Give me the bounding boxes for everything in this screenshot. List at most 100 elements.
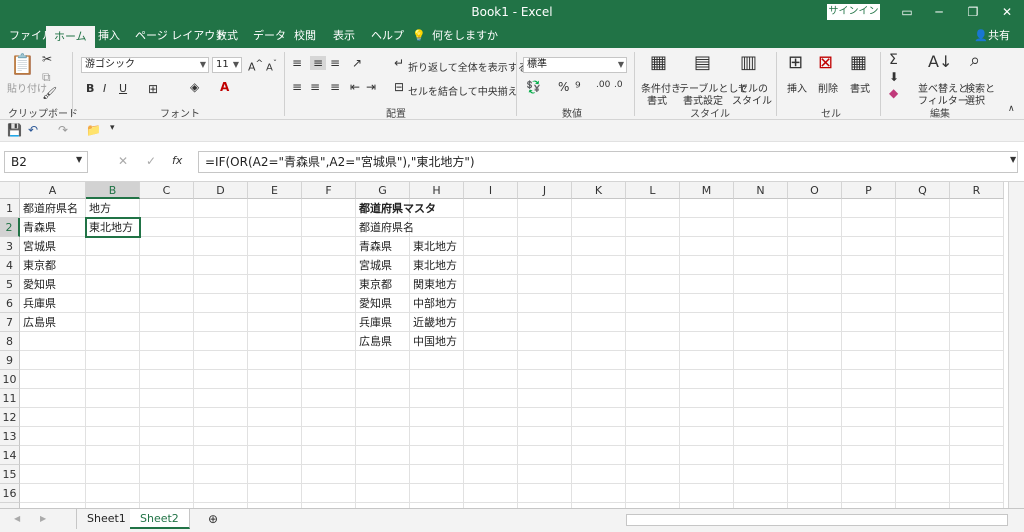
column-header-p[interactable]: P xyxy=(842,182,896,199)
worksheet-grid[interactable]: ABCDEFGHIJKLMNOPQR 1 2 3 4 5 6 7 8 9 10 11 12 13 14 15… xyxy=(0,182,1024,508)
row-header-16[interactable]: 16 xyxy=(0,484,20,503)
save-icon[interactable]: 💾 xyxy=(7,123,22,137)
select-all-corner[interactable] xyxy=(0,182,20,199)
paste-icon[interactable]: 📋 xyxy=(10,52,35,76)
fill-icon[interactable]: ⬇ xyxy=(889,70,899,84)
row-header-2[interactable]: 2 xyxy=(0,218,20,237)
comma-style-icon[interactable]: ⁹ xyxy=(575,80,581,96)
decrease-indent-icon[interactable]: ⇤ xyxy=(350,80,360,94)
conditional-format-label-2[interactable]: 書式 xyxy=(647,92,667,107)
wrap-text-button[interactable]: 折り返して全体を表示する xyxy=(408,59,528,74)
horizontal-scrollbar[interactable] xyxy=(626,514,1008,526)
tab-page-layout[interactable]: ページ レイアウト xyxy=(135,24,226,48)
fill-color-icon[interactable]: ◈ xyxy=(190,80,199,94)
tab-help[interactable]: ヘルプ xyxy=(371,24,404,48)
insert-cells-button[interactable]: 挿入 xyxy=(787,80,807,95)
row-header-7[interactable]: 7 xyxy=(0,313,20,332)
open-folder-icon[interactable]: 📁 xyxy=(86,123,101,137)
row-header-9[interactable]: 9 xyxy=(0,351,20,370)
increase-indent-icon[interactable]: ⇥ xyxy=(366,80,376,94)
row-header-3[interactable]: 3 xyxy=(0,237,20,256)
find-select-label-2[interactable]: 選択 xyxy=(965,92,985,107)
cell-h3[interactable]: 東北地方 xyxy=(410,237,457,256)
currency-icon[interactable]: 💱 xyxy=(526,80,541,94)
cell-a7[interactable]: 広島県 xyxy=(20,313,56,332)
row-header-8[interactable]: 8 xyxy=(0,332,20,351)
cell-h8[interactable]: 中国地方 xyxy=(410,332,457,351)
column-header-h[interactable]: H xyxy=(410,182,464,199)
prev-sheet-icon[interactable]: ◀ xyxy=(14,514,20,523)
column-header-k[interactable]: K xyxy=(572,182,626,199)
cell-g6[interactable]: 愛知県 xyxy=(356,294,392,313)
column-header-d[interactable]: D xyxy=(194,182,248,199)
cell-h7[interactable]: 近畿地方 xyxy=(410,313,457,332)
row-header-10[interactable]: 10 xyxy=(0,370,20,389)
delete-cells-icon[interactable]: ⊠ xyxy=(818,52,833,73)
insert-function-icon[interactable]: fx xyxy=(172,154,182,167)
wrap-text-icon[interactable]: ↵ xyxy=(394,56,404,70)
cell-h4[interactable]: 東北地方 xyxy=(410,256,457,275)
increase-font-icon[interactable]: A^ xyxy=(248,58,263,74)
minimize-icon[interactable]: ─ xyxy=(922,0,956,24)
row-header-6[interactable]: 6 xyxy=(0,294,20,313)
cell-styles-label-2[interactable]: スタイル xyxy=(732,92,772,107)
row-header-4[interactable]: 4 xyxy=(0,256,20,275)
row-header-11[interactable]: 11 xyxy=(0,389,20,408)
cell-h6[interactable]: 中部地方 xyxy=(410,294,457,313)
cancel-icon[interactable]: ✕ xyxy=(118,154,128,168)
align-right-icon[interactable]: ≡ xyxy=(330,80,340,94)
cell-g7[interactable]: 兵庫県 xyxy=(356,313,392,332)
active-cell-selection[interactable] xyxy=(85,217,141,238)
decrease-decimal-icon[interactable]: .0 xyxy=(614,80,623,90)
font-color-icon[interactable]: A xyxy=(220,80,229,94)
align-middle-icon[interactable]: ≡ xyxy=(310,56,326,70)
cell-a5[interactable]: 愛知県 xyxy=(20,275,56,294)
row-header-1[interactable]: 1 xyxy=(0,199,20,218)
column-header-m[interactable]: M xyxy=(680,182,734,199)
cell-a4[interactable]: 東京都 xyxy=(20,256,56,275)
tab-home[interactable]: ホーム xyxy=(46,26,95,48)
column-header-a[interactable]: A xyxy=(20,182,86,199)
expand-formula-icon[interactable]: ▼ xyxy=(1010,155,1016,164)
orientation-icon[interactable]: ↗ xyxy=(352,56,362,70)
align-center-icon[interactable]: ≡ xyxy=(310,80,320,94)
copy-icon[interactable]: ⧉ xyxy=(42,70,51,85)
borders-icon[interactable]: ⊞ xyxy=(148,82,158,96)
decrease-font-icon[interactable]: Aˇ xyxy=(266,58,277,73)
cell-b1[interactable]: 地方 xyxy=(86,199,111,218)
format-cells-icon[interactable]: ▦ xyxy=(850,52,867,73)
cell-a3[interactable]: 宮城県 xyxy=(20,237,56,256)
autosum-icon[interactable]: Σ xyxy=(889,52,898,68)
column-header-j[interactable]: J xyxy=(518,182,572,199)
column-header-e[interactable]: E xyxy=(248,182,302,199)
increase-decimal-icon[interactable]: .00 xyxy=(596,80,610,90)
cell-g3[interactable]: 青森県 xyxy=(356,237,392,256)
format-painter-icon[interactable]: 🖌 xyxy=(42,86,57,100)
tab-insert[interactable]: 挿入 xyxy=(98,24,120,48)
cell-a2[interactable]: 青森県 xyxy=(20,218,56,237)
column-header-b[interactable]: B xyxy=(86,182,140,199)
cell-a6[interactable]: 兵庫県 xyxy=(20,294,56,313)
align-bottom-icon[interactable]: ≡ xyxy=(330,56,340,70)
row-header-15[interactable]: 15 xyxy=(0,465,20,484)
align-left-icon[interactable]: ≡ xyxy=(292,80,302,94)
cell-g2[interactable]: 都道府県名 xyxy=(356,218,414,237)
format-cells-button[interactable]: 書式 xyxy=(850,80,870,95)
column-header-o[interactable]: O xyxy=(788,182,842,199)
cell-g8[interactable]: 広島県 xyxy=(356,332,392,351)
insert-cells-icon[interactable]: ⊞ xyxy=(788,52,803,73)
italic-button[interactable]: I xyxy=(103,82,106,95)
bold-button[interactable]: B xyxy=(86,82,94,95)
column-header-q[interactable]: Q xyxy=(896,182,950,199)
cell-a1[interactable]: 都道府県名 xyxy=(20,199,78,218)
ribbon-display-icon[interactable]: ▭ xyxy=(890,0,924,24)
share-button[interactable]: 共有 xyxy=(988,24,1010,48)
column-header-r[interactable]: R xyxy=(950,182,1004,199)
tab-view[interactable]: 表示 xyxy=(333,24,355,48)
formula-input[interactable]: =IF(OR(A2="青森県",A2="宮城県"),"東北地方") xyxy=(198,151,1018,173)
tell-me-search[interactable]: 何をしますか xyxy=(432,24,498,48)
sheet-tab-sheet1[interactable]: Sheet1 xyxy=(76,509,137,529)
cell-g5[interactable]: 東京都 xyxy=(356,275,392,294)
format-table-icon[interactable]: ▤ xyxy=(694,52,711,73)
cut-icon[interactable]: ✂ xyxy=(42,52,52,66)
